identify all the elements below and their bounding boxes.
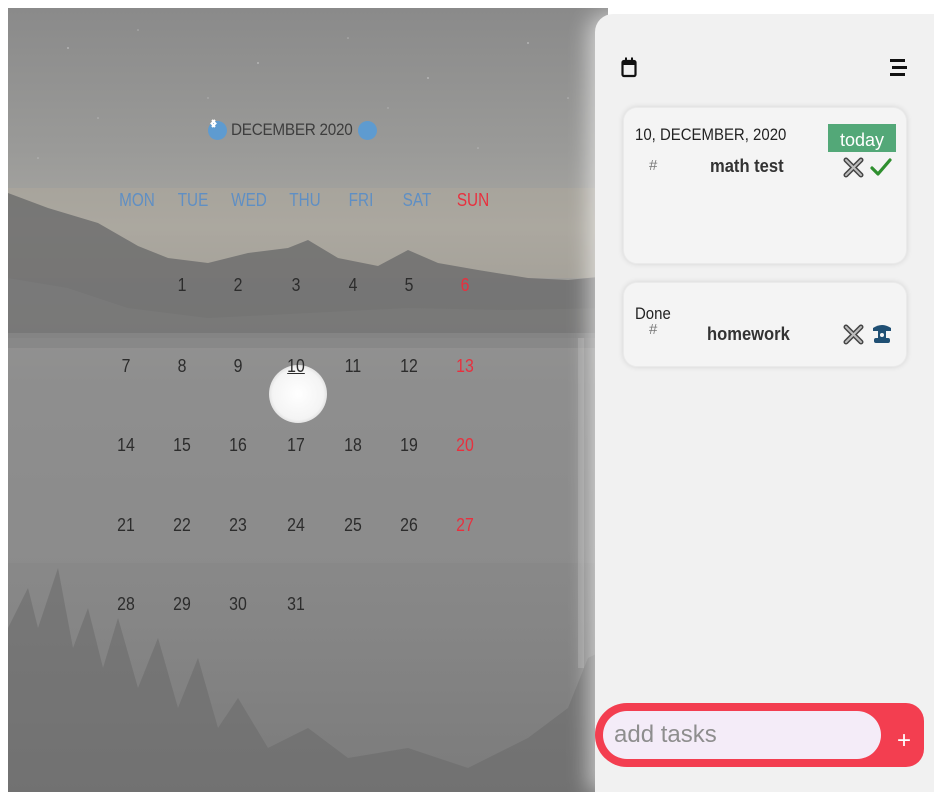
task-tag: #: [649, 321, 658, 338]
calendar-day[interactable]: 18: [335, 430, 370, 460]
month-title: DECEMBER 2020: [231, 120, 353, 139]
weekday-label: THU: [289, 190, 321, 210]
chevron-right-icon: [211, 119, 217, 128]
calendar-day[interactable]: 20: [447, 430, 482, 460]
weekday-label: SAT: [402, 190, 432, 210]
weekday-label: WED: [231, 190, 267, 210]
check-icon[interactable]: [870, 157, 892, 182]
calendar-day[interactable]: 30: [220, 589, 255, 619]
calendar-day[interactable]: 28: [108, 589, 143, 619]
task-card[interactable]: Done # homework: [623, 282, 907, 367]
today-badge: today: [828, 124, 896, 152]
calendar-day[interactable]: 12: [391, 351, 426, 381]
calendar-day[interactable]: 4: [335, 270, 370, 300]
month-navigation: DECEMBER 2020: [208, 118, 377, 142]
calendar-day[interactable]: 23: [220, 510, 255, 540]
calendar-day[interactable]: 9: [220, 351, 255, 381]
calendar-day[interactable]: 2: [220, 270, 255, 300]
add-task-input[interactable]: [603, 711, 881, 759]
calendar-day[interactable]: 3: [278, 270, 313, 300]
calendar-day[interactable]: 17: [278, 430, 313, 460]
calendar-day[interactable]: 26: [391, 510, 426, 540]
next-month-button[interactable]: [211, 119, 377, 140]
calendar-day[interactable]: 6: [447, 270, 482, 300]
weekday-label: MON: [119, 190, 155, 210]
task-title: math test: [710, 156, 784, 176]
undo-icon[interactable]: [871, 322, 893, 351]
calendar-day[interactable]: 21: [108, 510, 143, 540]
calendar-day[interactable]: 29: [164, 589, 199, 619]
task-title: homework: [707, 324, 790, 344]
add-task-button[interactable]: +: [891, 726, 917, 756]
calendar-day[interactable]: 16: [220, 430, 255, 460]
calendar-day[interactable]: 15: [164, 430, 199, 460]
calendar-day[interactable]: 13: [447, 351, 482, 381]
calendar-day[interactable]: 5: [391, 270, 426, 300]
calendar-day[interactable]: 14: [108, 430, 143, 460]
calendar-background: DECEMBER 2020 MON TUE WED THU FRI SAT SUN 1234…: [8, 8, 608, 792]
calendar-day[interactable]: 11: [335, 351, 370, 381]
calendar-icon[interactable]: [621, 56, 637, 83]
calendar-day[interactable]: 25: [335, 510, 370, 540]
calendar-day[interactable]: 27: [447, 510, 482, 540]
calendar-day[interactable]: 24: [278, 510, 313, 540]
menu-icon[interactable]: [890, 58, 908, 83]
calendar-day[interactable]: 7: [108, 351, 143, 381]
weekday-label: SUN: [456, 190, 490, 210]
delete-icon[interactable]: [843, 324, 864, 350]
weekday-label: FRI: [348, 190, 374, 210]
calendar-day[interactable]: 19: [391, 430, 426, 460]
calendar-day[interactable]: 1: [164, 270, 199, 300]
calendar-day-selected[interactable]: 10: [278, 351, 313, 381]
calendar-day[interactable]: 22: [164, 510, 199, 540]
delete-icon[interactable]: [843, 157, 864, 183]
task-date: 10, DECEMBER, 2020: [635, 125, 787, 144]
calendar-day[interactable]: 8: [164, 351, 199, 381]
weekday-label: TUE: [177, 190, 209, 210]
calendar-day[interactable]: 31: [278, 589, 313, 619]
task-tag: #: [649, 157, 658, 174]
